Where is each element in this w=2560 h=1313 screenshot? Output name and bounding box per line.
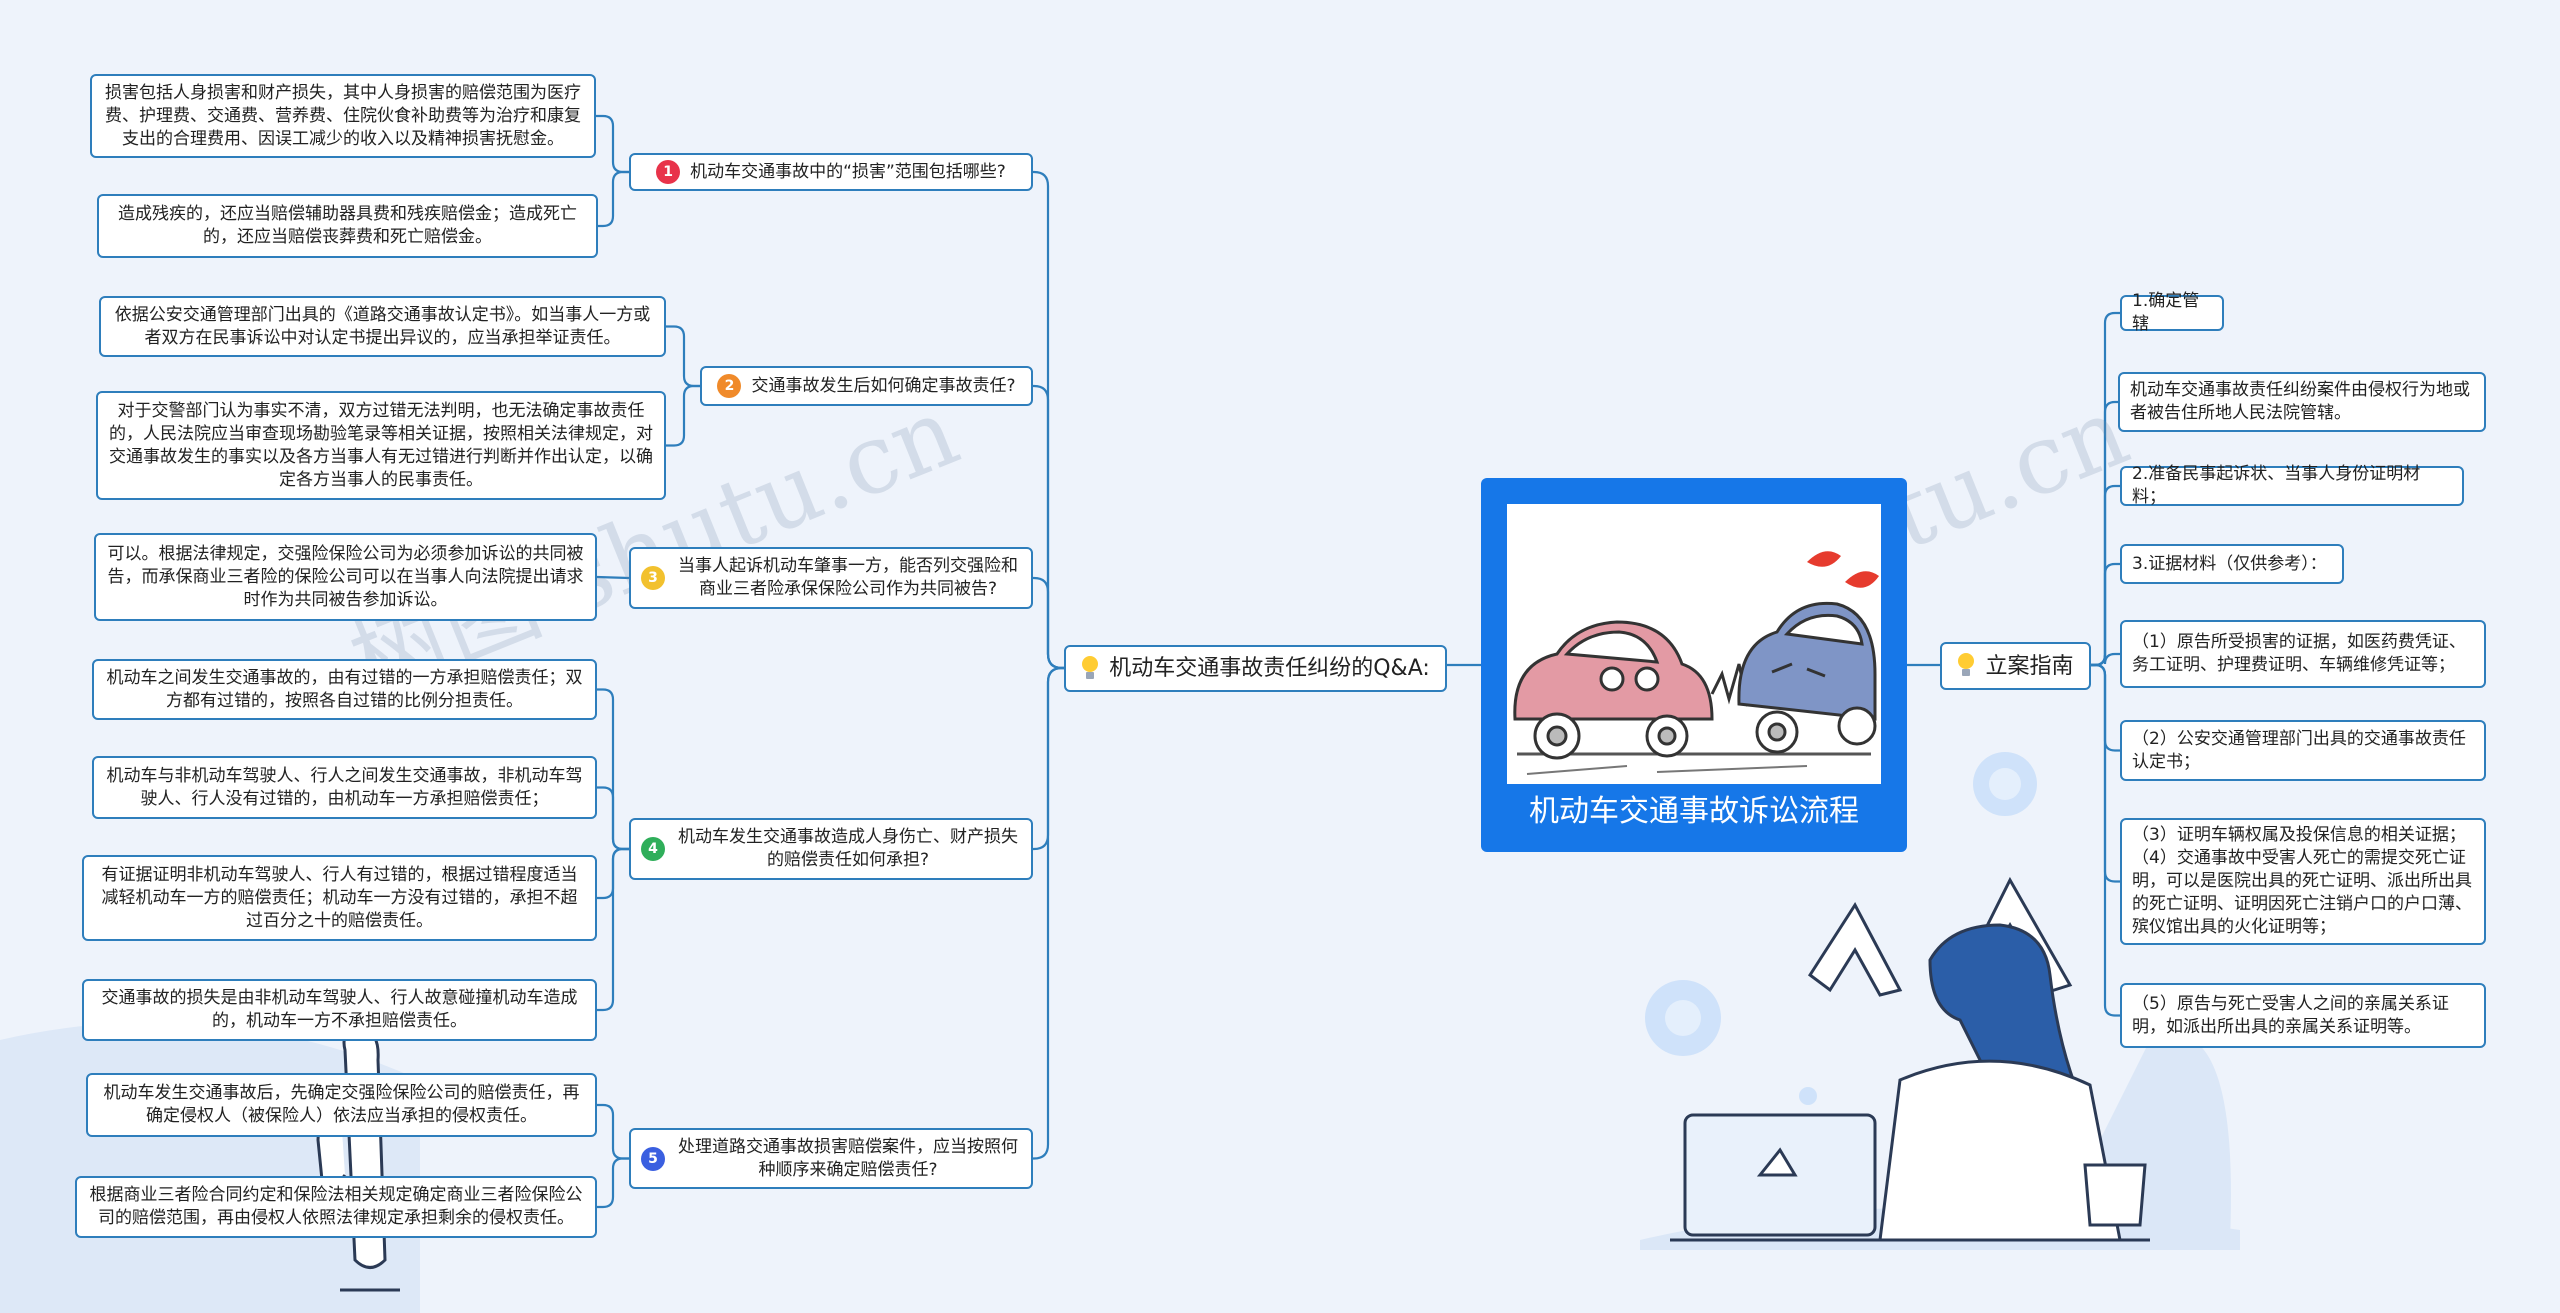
- guide-item-6[interactable]: （2）公安交通管理部门出具的交通事故责任认定书；: [2120, 720, 2486, 781]
- link-guide-item-5: [2091, 652, 2120, 667]
- link-answer-1-2: [598, 170, 629, 228]
- branch-filing-guide-label: 立案指南: [1985, 653, 2074, 679]
- answer-5-2[interactable]: 根据商业三者险合同约定和保险法相关规定确定商业三者险保险公司的赔偿范围，再由侵权…: [75, 1176, 597, 1238]
- answer-2-1[interactable]: 依据公安交通管理部门出具的《道路交通事故认定书》。如当事人一方或者双方在民事诉讼…: [99, 296, 666, 357]
- answer-4-3-text: 有证据证明非机动车驾驶人、行人有过错的，根据过错程度适当减轻机动车一方的赔偿责任…: [101, 864, 578, 931]
- guide-item-4-text: 3.证据材料（仅供参考）：: [2132, 553, 2327, 574]
- link-answer-1-1: [596, 114, 629, 174]
- answer-1-1-text: 损害包括人身损害和财产损失，其中人身损害的赔偿范围为医疗费、护理费、交通费、营养…: [105, 82, 581, 149]
- question-5[interactable]: 5 处理道路交通事故损害赔偿案件，应当按照何种顺序来确定赔偿责任?: [629, 1128, 1033, 1189]
- lightbulb-icon: [1957, 653, 1975, 679]
- branch-filing-guide[interactable]: 立案指南: [1940, 642, 2091, 690]
- answer-4-4[interactable]: 交通事故的损失是由非机动车驾驶人、行人故意碰撞机动车造成的，机动车一方不承担赔偿…: [82, 979, 597, 1041]
- answer-4-3[interactable]: 有证据证明非机动车驾驶人、行人有过错的，根据过错程度适当减轻机动车一方的赔偿责任…: [82, 855, 597, 941]
- lightbulb-icon: [1081, 655, 1099, 682]
- central-topic[interactable]: 机动车交通事故诉讼流程: [1481, 478, 1907, 852]
- mindmap-canvas: 树图 shutu.cn 树图 shutu.cn: [0, 0, 2560, 1313]
- link-qa-question-3: [1033, 576, 1064, 670]
- answer-1-1[interactable]: 损害包括人身损害和财产损失，其中人身损害的赔偿范围为医疗费、护理费、交通费、营养…: [90, 74, 596, 158]
- answer-2-1-text: 依据公安交通管理部门出具的《道路交通事故认定书》。如当事人一方或者双方在民事诉讼…: [114, 304, 651, 348]
- link-answer-4-2: [597, 786, 629, 851]
- guide-item-5[interactable]: （1）原告所受损害的证据，如医药费凭证、务工证明、护理费证明、车辆维修凭证等；: [2120, 620, 2486, 688]
- guide-item-2-text: 机动车交通事故责任纠纷案件由侵权行为地或者被告住所地人民法院管辖。: [2130, 380, 2470, 423]
- answer-4-1[interactable]: 机动车之间发生交通事故的，由有过错的一方承担赔偿责任；双方都有过错的，按照各自过…: [92, 659, 597, 720]
- answer-4-1-text: 机动车之间发生交通事故的，由有过错的一方承担赔偿责任；双方都有过错的，按照各自过…: [106, 667, 583, 711]
- number-badge-icon: 5: [641, 1146, 665, 1171]
- link-qa-question-5: [1033, 666, 1064, 1160]
- branch-qa-label: 机动车交通事故责任纠纷的Q&A:: [1109, 656, 1430, 681]
- question-2[interactable]: 2 交通事故发生后如何确定事故责任?: [700, 366, 1033, 406]
- guide-item-4[interactable]: 3.证据材料（仅供参考）：: [2120, 544, 2344, 584]
- question-2-label: 交通事故发生后如何确定事故责任?: [751, 375, 1016, 396]
- number-badge-icon: 2: [717, 374, 742, 398]
- guide-item-7-text: （3）证明车辆权属及投保信息的相关证据；（4）交通事故中受害人死亡的需提交死亡证…: [2132, 825, 2472, 937]
- answer-4-4-text: 交通事故的损失是由非机动车驾驶人、行人故意碰撞机动车造成的，机动车一方不承担赔偿…: [101, 988, 578, 1031]
- answer-3-1[interactable]: 可以。根据法律规定，交强险保险公司为必须参加诉讼的共同被告，而承保商业三者险的保…: [94, 533, 597, 621]
- link-guide-item-4: [2091, 562, 2120, 667]
- question-5-label: 处理道路交通事故损害赔偿案件，应当按照何种顺序来确定赔偿责任?: [678, 1136, 1018, 1180]
- link-answer-4-4: [597, 847, 629, 1012]
- answer-3-1-text: 可以。根据法律规定，交强险保险公司为必须参加诉讼的共同被告，而承保商业三者险的保…: [107, 543, 584, 610]
- answer-2-2-text: 对于交警部门认为事实不清，双方过错无法判明，也无法确定事故责任的，人民法院应当审…: [109, 400, 653, 490]
- question-4-label: 机动车发生交通事故造成人身伤亡、财产损失的赔偿责任如何承担?: [678, 827, 1018, 870]
- central-topic-title: 机动车交通事故诉讼流程: [1529, 794, 1859, 829]
- number-badge-icon: 1: [656, 160, 681, 184]
- answer-1-2[interactable]: 造成残疾的，还应当赔偿辅助器具费和残疾赔偿金；造成死亡的，还应当赔偿丧葬费和死亡…: [97, 194, 598, 258]
- answer-5-1-text: 机动车发生交通事故后，先确定交强险保险公司的赔偿责任，再确定侵权人（被保险人）依…: [103, 1083, 580, 1126]
- question-1-label: 机动车交通事故中的“损害”范围包括哪些?: [690, 161, 1006, 182]
- question-1[interactable]: 1 机动车交通事故中的“损害”范围包括哪些?: [629, 153, 1033, 191]
- guide-item-5-text: （1）原告所受损害的证据，如医药费凭证、务工证明、护理费证明、车辆维修凭证等；: [2132, 632, 2466, 675]
- link-answer-2-2: [666, 384, 700, 447]
- number-badge-icon: 3: [641, 566, 665, 590]
- link-answer-5-1: [597, 1103, 629, 1160]
- car-crash-illustration: [1507, 504, 1881, 784]
- link-answer-5-2: [597, 1157, 629, 1209]
- question-3-label: 当事人起诉机动车肇事一方，能否列交强险和商业三者险承保保险公司作为共同被告?: [678, 556, 1018, 599]
- guide-item-2[interactable]: 机动车交通事故责任纠纷案件由侵权行为地或者被告住所地人民法院管辖。: [2118, 372, 2486, 432]
- link-guide-item-8: [2091, 663, 2120, 1017]
- answer-5-1[interactable]: 机动车发生交通事故后，先确定交强险保险公司的赔偿责任，再确定侵权人（被保险人）依…: [86, 1073, 597, 1137]
- guide-item-1[interactable]: 1.确定管辖: [2120, 291, 2224, 334]
- question-4[interactable]: 4 机动车发生交通事故造成人身伤亡、财产损失的赔偿责任如何承担?: [629, 818, 1033, 880]
- answer-4-2[interactable]: 机动车与非机动车驾驶人、行人之间发生交通事故，非机动车驾驶人、行人没有过错的，由…: [92, 756, 597, 819]
- guide-item-1-text: 1.确定管辖: [2132, 291, 2200, 334]
- number-badge-icon: 4: [641, 837, 665, 861]
- guide-item-8[interactable]: （5）原告与死亡受害人之间的亲属关系证明，如派出所出具的亲属关系证明等。: [2120, 983, 2486, 1048]
- guide-item-7[interactable]: （3）证明车辆权属及投保信息的相关证据；（4）交通事故中受害人死亡的需提交死亡证…: [2120, 818, 2486, 945]
- question-3[interactable]: 3 当事人起诉机动车肇事一方，能否列交强险和商业三者险承保保险公司作为共同被告?: [629, 547, 1033, 609]
- answer-1-2-text: 造成残疾的，还应当赔偿辅助器具费和残疾赔偿金；造成死亡的，还应当赔偿丧葬费和死亡…: [118, 204, 577, 247]
- guide-item-3[interactable]: 2.准备民事起诉状、当事人身份证明材料；: [2120, 464, 2464, 507]
- guide-item-6-text: （2）公安交通管理部门出具的交通事故责任认定书；: [2132, 728, 2466, 772]
- link-answer-2-1: [666, 325, 700, 388]
- guide-item-8-text: （5）原告与死亡受害人之间的亲属关系证明，如派出所出具的亲属关系证明等。: [2132, 993, 2449, 1037]
- guide-item-3-text: 2.准备民事起诉状、当事人身份证明材料；: [2132, 464, 2421, 507]
- answer-2-2[interactable]: 对于交警部门认为事实不清，双方过错无法判明，也无法确定事故责任的，人民法院应当审…: [96, 391, 666, 500]
- branch-qa[interactable]: 机动车交通事故责任纠纷的Q&A:: [1064, 645, 1447, 692]
- answer-5-2-text: 根据商业三者险合同约定和保险法相关规定确定商业三者险保险公司的赔偿范围，再由侵权…: [89, 1185, 583, 1228]
- answer-4-2-text: 机动车与非机动车驾驶人、行人之间发生交通事故，非机动车驾驶人、行人没有过错的，由…: [106, 765, 583, 809]
